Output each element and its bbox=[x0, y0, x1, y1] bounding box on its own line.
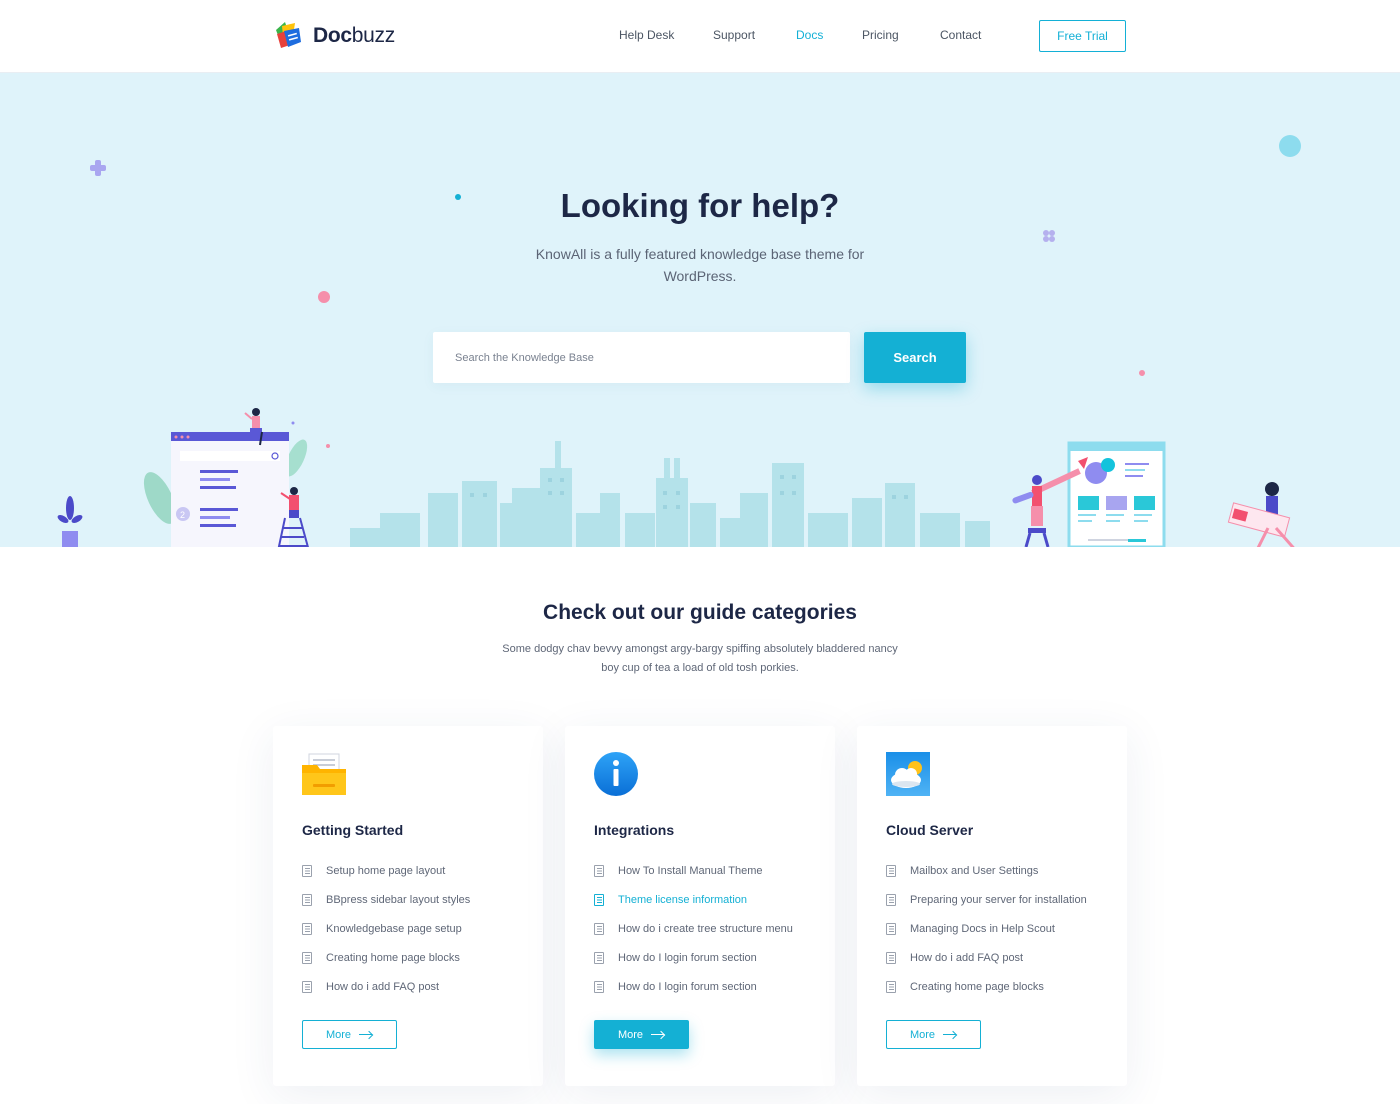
plant-left bbox=[57, 496, 83, 547]
hero-subtitle: KnowAll is a fully featured knowledge ba… bbox=[535, 246, 865, 284]
brand-name: Docbuzz bbox=[313, 24, 395, 47]
document-icon bbox=[886, 893, 896, 906]
free-trial-button[interactable]: Free Trial bbox=[1039, 20, 1126, 52]
sparkle-dot bbox=[291, 421, 295, 425]
nav-docs[interactable]: Docs bbox=[796, 28, 823, 42]
list-item[interactable]: Managing Docs in Help Scout bbox=[886, 914, 1087, 943]
document-icon bbox=[886, 951, 896, 964]
site-header: Docbuzz Help Desk Support Docs Pricing C… bbox=[0, 0, 1400, 73]
document-icon bbox=[886, 980, 896, 993]
nav-help-desk[interactable]: Help Desk bbox=[619, 28, 674, 42]
logo[interactable]: Docbuzz bbox=[273, 20, 395, 52]
webpage-illustration bbox=[1067, 441, 1166, 547]
hero-illustration: 2 bbox=[57, 135, 1301, 547]
document-icon bbox=[886, 922, 896, 935]
document-icon bbox=[594, 893, 604, 906]
card-title: Getting Started bbox=[302, 822, 404, 838]
hero-title: Looking for help? bbox=[560, 187, 840, 224]
card-link-list: Setup home page layout BBpress sidebar l… bbox=[302, 856, 470, 1001]
sparkle-dot bbox=[326, 444, 330, 448]
category-card-integrations: Integrations How To Install Manual Theme… bbox=[565, 726, 835, 1086]
list-item[interactable]: How do i add FAQ post bbox=[302, 972, 470, 1001]
doc-panel-illustration: 2 bbox=[143, 432, 308, 547]
document-icon bbox=[594, 951, 604, 964]
search-button[interactable]: Search bbox=[864, 332, 966, 383]
city-skyline bbox=[350, 441, 990, 547]
list-item[interactable]: Mailbox and User Settings bbox=[886, 856, 1087, 885]
arrow-right-icon bbox=[651, 1031, 665, 1039]
small-pink-dot bbox=[1139, 370, 1145, 376]
document-icon bbox=[302, 922, 312, 935]
section-subtitle: Some dodgy chav bevvy amongst argy-bargy… bbox=[502, 643, 898, 674]
list-item[interactable]: How do I login forum section bbox=[594, 972, 793, 1001]
category-card-cloud-server: Cloud Server Mailbox and User Settings P… bbox=[857, 726, 1127, 1086]
list-item[interactable]: Theme license information bbox=[594, 885, 793, 914]
search-input[interactable] bbox=[433, 332, 850, 383]
document-icon bbox=[302, 980, 312, 993]
logo-icon bbox=[276, 22, 301, 48]
document-icon bbox=[302, 893, 312, 906]
card-title: Integrations bbox=[594, 822, 675, 838]
info-icon bbox=[594, 752, 638, 796]
list-item[interactable]: How do i add FAQ post bbox=[886, 943, 1087, 972]
document-icon bbox=[302, 864, 312, 877]
list-item[interactable]: How To Install Manual Theme bbox=[594, 856, 793, 885]
list-item[interactable]: Knowledgebase page setup bbox=[302, 914, 470, 943]
nav-support[interactable]: Support bbox=[713, 28, 755, 42]
card-link-list: How To Install Manual Theme Theme licens… bbox=[594, 856, 793, 1001]
document-icon bbox=[594, 980, 604, 993]
document-icon bbox=[302, 951, 312, 964]
arrow-right-icon bbox=[359, 1031, 373, 1039]
clover-shape bbox=[1043, 230, 1055, 242]
arrow-right-icon bbox=[943, 1031, 957, 1039]
list-item[interactable]: BBpress sidebar layout styles bbox=[302, 885, 470, 914]
more-button[interactable]: More bbox=[594, 1020, 689, 1049]
document-icon bbox=[886, 864, 896, 877]
pink-dot bbox=[318, 291, 330, 303]
card-link-list: Mailbox and User Settings Preparing your… bbox=[886, 856, 1087, 1001]
nav-pricing[interactable]: Pricing bbox=[862, 28, 899, 42]
hero-section: 2 Looking for help? KnowAll is a fully f… bbox=[0, 73, 1400, 547]
more-button[interactable]: More bbox=[886, 1020, 981, 1049]
category-card-getting-started: Getting Started Setup home page layout B… bbox=[273, 726, 543, 1086]
document-icon bbox=[594, 922, 604, 935]
folder-icon bbox=[302, 753, 346, 795]
document-icon bbox=[594, 864, 604, 877]
card-title: Cloud Server bbox=[886, 822, 974, 838]
plus-shape bbox=[90, 160, 106, 176]
svg-text:2: 2 bbox=[180, 510, 185, 520]
list-item[interactable]: How do I login forum section bbox=[594, 943, 793, 972]
person-card-illustration bbox=[1227, 482, 1295, 547]
list-item[interactable]: Preparing your server for installation bbox=[886, 885, 1087, 914]
list-item[interactable]: Creating home page blocks bbox=[886, 972, 1087, 1001]
list-item[interactable]: How do i create tree structure menu bbox=[594, 914, 793, 943]
section-title: Check out our guide categories bbox=[543, 601, 857, 624]
cloud-sun-icon bbox=[886, 752, 930, 796]
list-item[interactable]: Creating home page blocks bbox=[302, 943, 470, 972]
cyan-circle bbox=[1279, 135, 1301, 157]
list-item[interactable]: Setup home page layout bbox=[302, 856, 470, 885]
nav-contact[interactable]: Contact bbox=[940, 28, 981, 42]
more-button[interactable]: More bbox=[302, 1020, 397, 1049]
